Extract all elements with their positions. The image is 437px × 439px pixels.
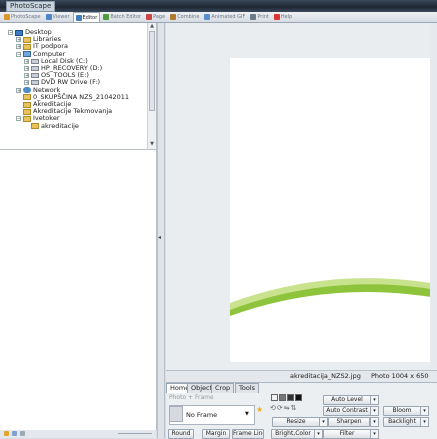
folder-icon: [23, 101, 31, 108]
tab-label: Animated GIF: [211, 14, 246, 20]
expand-icon[interactable]: +: [24, 80, 29, 86]
folder-icon: [23, 108, 31, 115]
canvas-scrollbar[interactable]: [430, 23, 437, 370]
tab-label: Viewer: [52, 14, 70, 20]
tab-label: Combine: [177, 14, 200, 20]
tree-item[interactable]: +Akreditacije Tekmovanja: [16, 108, 112, 115]
photo-frame-label: Photo + Frame: [169, 394, 214, 401]
tree-item[interactable]: +akreditacije: [24, 121, 79, 130]
photo-image[interactable]: [230, 58, 437, 362]
module-tab-bar: PhotoScape Viewer Editor Batch Editor Page Co…: [0, 12, 437, 23]
collapse-icon[interactable]: −: [8, 30, 13, 36]
collapse-arrow-icon[interactable]: ◂: [158, 234, 163, 242]
thumbnail-view-icon[interactable]: [12, 431, 17, 436]
drive-icon: [31, 58, 39, 64]
tab-label: Batch Editor: [110, 14, 142, 20]
computer-icon: [23, 51, 31, 58]
tab-viewer[interactable]: Viewer: [44, 13, 72, 22]
tab-print[interactable]: Print: [248, 13, 271, 22]
tab-crop[interactable]: Crop: [211, 383, 235, 393]
scroll-down-icon[interactable]: ▼: [149, 142, 155, 147]
thumbnail-size-slider[interactable]: [118, 433, 152, 434]
backlight-dropdown-icon[interactable]: ▾: [420, 417, 429, 427]
auto-level-dropdown-icon[interactable]: ▾: [370, 395, 379, 405]
animated-gif-icon: [204, 14, 211, 20]
tab-combine[interactable]: Combine: [168, 13, 201, 22]
tab-batch-editor[interactable]: Batch Editor: [101, 13, 143, 22]
expand-icon[interactable]: +: [24, 73, 29, 79]
list-view-icon[interactable]: [20, 431, 25, 436]
editor-icon: [75, 14, 82, 21]
tab-label: Print: [257, 14, 269, 20]
resize-dropdown-icon[interactable]: ▾: [319, 417, 328, 427]
sharpen-dropdown-icon[interactable]: ▾: [370, 417, 379, 427]
drive-icon: [31, 73, 39, 79]
tab-label: Editor: [82, 14, 98, 21]
auto-level-button[interactable]: Auto Level: [323, 395, 371, 405]
folder-icon: [23, 94, 31, 101]
tab-label: PhotoScape: [11, 14, 41, 20]
expand-icon[interactable]: +: [16, 44, 21, 50]
help-icon: [273, 14, 280, 20]
frame-value: No Frame: [186, 411, 218, 419]
black-swatch-icon[interactable]: [295, 394, 302, 401]
scroll-up-icon[interactable]: ▲: [149, 24, 155, 29]
network-icon: [23, 87, 31, 94]
status-photo-info: Photo 1004 x 650: [371, 372, 429, 380]
folder-icon: [23, 36, 31, 43]
photoscape-icon: [4, 14, 10, 20]
bloom-dropdown-icon[interactable]: ▾: [420, 406, 429, 416]
app-title: PhotoScape: [6, 1, 56, 12]
desktop-icon: [15, 29, 23, 36]
tab-editor[interactable]: Editor: [72, 12, 101, 22]
tab-help[interactable]: Help: [272, 13, 294, 22]
tab-label: Help: [280, 14, 293, 20]
auto-contrast-dropdown-icon[interactable]: ▾: [370, 406, 379, 416]
thumbnail-status-bar: [0, 430, 156, 438]
backlight-button[interactable]: Backlight: [383, 417, 421, 427]
tree-scrollbar[interactable]: ▲ ▼: [147, 23, 156, 149]
folder-icon: [23, 115, 31, 122]
tab-animated-gif[interactable]: Animated GIF: [202, 13, 247, 22]
combine-icon: [170, 14, 177, 20]
tree-scroll-thumb[interactable]: [149, 31, 155, 111]
title-bar: [0, 0, 437, 12]
auto-contrast-button[interactable]: Auto Contrast: [323, 406, 371, 416]
white-swatch-icon[interactable]: [271, 394, 278, 401]
expand-icon[interactable]: +: [16, 37, 21, 43]
dark-swatch-icon[interactable]: [287, 394, 294, 401]
rotate-flip-icons[interactable]: ⟲⟳⇋⇅: [270, 404, 297, 412]
favorite-star-icon[interactable]: ★: [256, 405, 263, 414]
expand-icon[interactable]: +: [24, 58, 29, 64]
tab-photoscape[interactable]: PhotoScape: [2, 13, 43, 22]
resize-button[interactable]: Resize: [272, 417, 320, 427]
frame-preview: [169, 406, 183, 422]
page-icon: [146, 14, 153, 20]
folder-view-icon[interactable]: [4, 431, 9, 436]
folder-icon: [23, 43, 31, 50]
status-filename: akreditacija_NZS2.jpg: [290, 372, 361, 380]
viewer-icon: [45, 14, 52, 20]
bloom-button[interactable]: Bloom: [383, 406, 421, 416]
batch-editor-icon: [103, 14, 110, 20]
gray-swatch-icon[interactable]: [279, 394, 286, 401]
sharpen-button[interactable]: Sharpen: [328, 417, 370, 427]
folder-tree[interactable]: − Desktop + Libraries + IT podpora − Computer + L…: [0, 23, 157, 150]
tab-tools[interactable]: Tools: [235, 383, 260, 393]
thumbnail-area[interactable]: [0, 150, 157, 430]
frame-dropdown-icon[interactable]: ▼: [245, 411, 249, 417]
tree-item-label: akreditacije: [41, 121, 79, 130]
collapse-icon[interactable]: −: [16, 116, 21, 122]
folder-icon: [31, 123, 39, 130]
panel-splitter[interactable]: [157, 23, 165, 438]
photo-green-wave: [230, 278, 437, 362]
drive-icon: [31, 80, 39, 86]
tab-label: Page: [153, 14, 166, 20]
expand-icon[interactable]: +: [24, 66, 29, 72]
print-icon: [250, 14, 257, 20]
tab-page[interactable]: Page: [144, 13, 167, 22]
collapse-icon[interactable]: −: [16, 51, 21, 57]
expand-icon[interactable]: +: [16, 87, 21, 93]
drive-icon: [31, 66, 39, 71]
